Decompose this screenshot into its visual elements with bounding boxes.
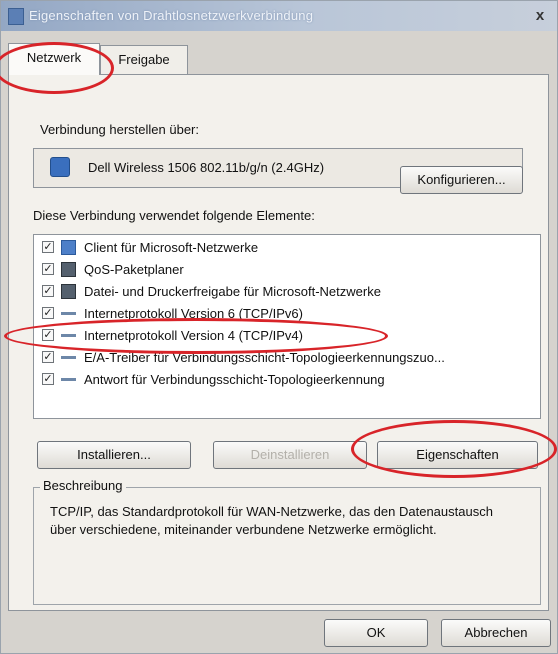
checkbox[interactable]: ✓ — [42, 373, 54, 385]
cancel-button[interactable]: Abbrechen — [441, 619, 551, 647]
window-title: Eigenschaften von Drahtlosnetzwerkverbin… — [29, 8, 314, 23]
network-client-icon — [61, 240, 76, 255]
list-item-qos[interactable]: ✓ QoS-Paketplaner — [34, 259, 540, 281]
checkbox[interactable]: ✓ — [42, 263, 54, 275]
list-item-label: Datei- und Druckerfreigabe für Microsoft… — [84, 284, 381, 299]
network-protocol-icon — [61, 356, 76, 359]
elements-heading: Diese Verbindung verwendet folgende Elem… — [33, 208, 315, 223]
connect-using-label: Verbindung herstellen über: — [40, 122, 200, 137]
list-item-lltd-responder[interactable]: ✓ Antwort für Verbindungsschicht-Topolog… — [34, 369, 540, 391]
network-connection-icon — [8, 8, 24, 25]
list-item-file-sharing[interactable]: ✓ Datei- und Druckerfreigabe für Microso… — [34, 281, 540, 303]
install-button[interactable]: Installieren... — [37, 441, 191, 469]
configure-button[interactable]: Konfigurieren... — [400, 166, 523, 194]
ok-button[interactable]: OK — [324, 619, 428, 647]
list-item-label: Client für Microsoft-Netzwerke — [84, 240, 259, 255]
network-protocol-icon — [61, 378, 76, 381]
list-item-client[interactable]: ✓ Client für Microsoft-Netzwerke — [34, 237, 540, 259]
list-item-label: Antwort für Verbindungsschicht-Topologie… — [84, 372, 385, 387]
checkbox[interactable]: ✓ — [42, 241, 54, 253]
description-text: TCP/IP, das Standardprotokoll für WAN-Ne… — [50, 504, 493, 537]
annotation-circle-properties — [351, 420, 557, 478]
close-button[interactable]: x — [529, 7, 551, 25]
network-service-icon — [61, 284, 76, 299]
checkbox[interactable]: ✓ — [42, 307, 54, 319]
uninstall-button[interactable]: Deinstallieren — [213, 441, 367, 469]
network-service-icon — [61, 262, 76, 277]
wireless-adapter-icon — [50, 157, 70, 177]
list-item-label: QoS-Paketplaner — [84, 262, 184, 277]
adapter-name: Dell Wireless 1506 802.11b/g/n (2.4GHz) — [88, 160, 325, 175]
checkbox[interactable]: ✓ — [42, 351, 54, 363]
checkbox[interactable]: ✓ — [42, 285, 54, 297]
annotation-circle-ipv4 — [4, 318, 388, 354]
description-legend: Beschreibung — [40, 478, 126, 493]
title-bar[interactable]: Eigenschaften von Drahtlosnetzwerkverbin… — [1, 1, 557, 31]
network-protocol-icon — [61, 312, 76, 315]
